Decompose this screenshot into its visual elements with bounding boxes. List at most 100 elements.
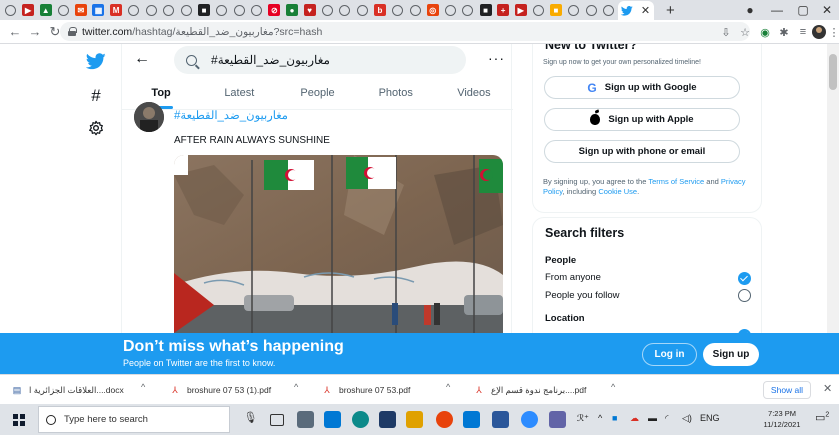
download-item-3[interactable]: ⅄ broshure 07 53.pdf [322,382,410,398]
close-tab-icon[interactable]: ✕ [641,4,650,17]
taskbar-clock[interactable]: 7:23 PM 11/12/2021 [762,408,802,430]
browser-tab[interactable] [442,2,459,18]
twitter-logo-icon[interactable] [84,49,108,73]
active-tab[interactable]: ✕ [617,1,654,20]
tab-videos[interactable]: Videos [435,82,513,109]
taskbar-search-input[interactable]: Type here to search [38,406,230,433]
browser-tab[interactable] [583,2,600,18]
chevron-up-icon[interactable]: ^ [611,382,615,392]
tab-latest[interactable]: Latest [200,82,278,109]
back-button[interactable]: ← [134,50,150,68]
browser-tab[interactable]: ■ [547,2,564,18]
close-window-button[interactable]: ✕ [812,0,839,20]
profile-indicator-icon[interactable]: ● [735,0,765,20]
browser-tab[interactable]: ▶ [512,2,529,18]
menu-kebab-icon[interactable]: ⋮ [826,24,839,40]
chevron-up-icon[interactable]: ^ [446,382,450,392]
browser-tab[interactable]: M [108,2,125,18]
login-button[interactable]: Log in [642,343,697,366]
windows-start-icon[interactable] [13,414,25,426]
address-bar[interactable]: twitter.com/hashtag/مغاربيون_ضد_القطيعة?… [60,22,750,41]
browser-tab[interactable] [143,2,160,18]
browser-tab[interactable] [160,2,177,18]
bookmark-star-icon[interactable]: ☆ [737,24,753,40]
browser-tab[interactable]: ■ [477,2,494,18]
mail-icon[interactable] [324,411,341,428]
people-you-follow-radio[interactable] [738,289,751,302]
cookie-use-link[interactable]: Cookie Use [598,187,637,196]
browser-tab[interactable] [530,2,547,18]
volume-icon[interactable]: ◁) [682,413,692,424]
wifi-icon[interactable]: ◜ [665,413,669,424]
show-all-button[interactable]: Show all [763,381,811,399]
extensions-puzzle-icon[interactable]: ✱ [776,24,792,40]
chrome-taskbar-icon[interactable] [436,411,453,428]
close-downloads-icon[interactable]: ✕ [823,382,832,395]
browser-tab[interactable] [2,2,19,18]
browser-tab[interactable] [55,2,72,18]
people-tray-icon[interactable]: ℛ⁺ [577,413,589,424]
tab-photos[interactable]: Photos [357,82,435,109]
signup-google-button[interactable]: G Sign up with Google [544,76,740,99]
browser-tab[interactable] [231,2,248,18]
browser-tab[interactable] [600,2,617,18]
tab-top[interactable]: Top [122,82,200,109]
signup-phone-button[interactable]: Sign up with phone or email [544,140,740,163]
browser-tab[interactable] [336,2,353,18]
browser-tab[interactable]: ▲ [37,2,54,18]
browser-tab[interactable] [178,2,195,18]
tray-cloud-icon[interactable]: ☁ [630,413,639,424]
search-input[interactable]: #مغاربيون_ضد_القطيعة [174,46,466,74]
reading-list-icon[interactable]: ≡ [795,24,811,40]
avatar[interactable] [134,102,164,132]
task-view-icon[interactable] [270,414,284,426]
zoom-icon[interactable] [521,411,538,428]
download-item-4[interactable]: ⅄ برنامج ندوة قسم الإع....pdf [474,382,586,398]
browser-tab[interactable] [248,2,265,18]
tweet-photo[interactable] [174,155,503,333]
back-arrow-icon[interactable]: ← [6,24,24,39]
terms-of-service-link[interactable]: Terms of Service [648,177,704,186]
extension-icon[interactable]: ◉ [757,24,773,40]
browser-tab[interactable]: b [371,2,388,18]
chevron-up-icon[interactable]: ^ [141,382,145,392]
browser-tab[interactable]: ▶ [20,2,37,18]
download-item-2[interactable]: ⅄ broshure 07 53 (1).pdf [170,382,271,398]
browser-tab[interactable]: ⊘ [266,2,283,18]
tray-app-icon[interactable]: ■ [612,413,617,423]
edge-icon[interactable] [352,411,369,428]
scroll-thumb[interactable] [829,54,837,90]
explore-hashtag-icon[interactable]: # [84,84,108,108]
new-tab-button[interactable]: + [660,2,680,19]
tray-keyboard-icon[interactable]: ▬ [648,413,657,423]
tab-people[interactable]: People [278,82,356,109]
browser-tab[interactable]: ◎ [424,2,441,18]
browser-tab[interactable] [354,2,371,18]
from-anyone-label[interactable]: From anyone [545,272,601,283]
signup-button[interactable]: Sign up [703,343,759,366]
browser-tab[interactable] [319,2,336,18]
file-explorer-icon[interactable] [406,411,423,428]
outlook-icon[interactable] [463,411,480,428]
browser-tab[interactable]: ♥ [301,2,318,18]
from-anyone-radio[interactable] [738,272,751,285]
browser-tab[interactable]: + [495,2,512,18]
browser-tab[interactable]: ■ [196,2,213,18]
chevron-up-icon[interactable]: ^ [294,382,298,392]
tweet-hashtag[interactable]: #مغاربيون_ضد_القطيعة [174,108,288,122]
page-scrollbar[interactable] [827,44,839,333]
forward-arrow-icon[interactable]: → [26,24,44,39]
browser-tab[interactable] [389,2,406,18]
browser-tab[interactable]: ✉ [72,2,89,18]
settings-gear-icon[interactable] [84,116,108,140]
people-you-follow-label[interactable]: People you follow [545,290,619,301]
install-app-icon[interactable]: ⇩ [718,24,734,40]
profile-avatar-icon[interactable] [811,24,827,40]
more-options-icon[interactable]: ··· [488,50,505,66]
browser-tab[interactable] [407,2,424,18]
download-item-1[interactable]: ▤ العلاقات الجزائرية ا....docx [12,382,124,398]
browser-tab[interactable] [459,2,476,18]
browser-tab[interactable]: ▦ [90,2,107,18]
browser-tab[interactable] [565,2,582,18]
tray-chevron-up-icon[interactable]: ^ [598,413,602,423]
